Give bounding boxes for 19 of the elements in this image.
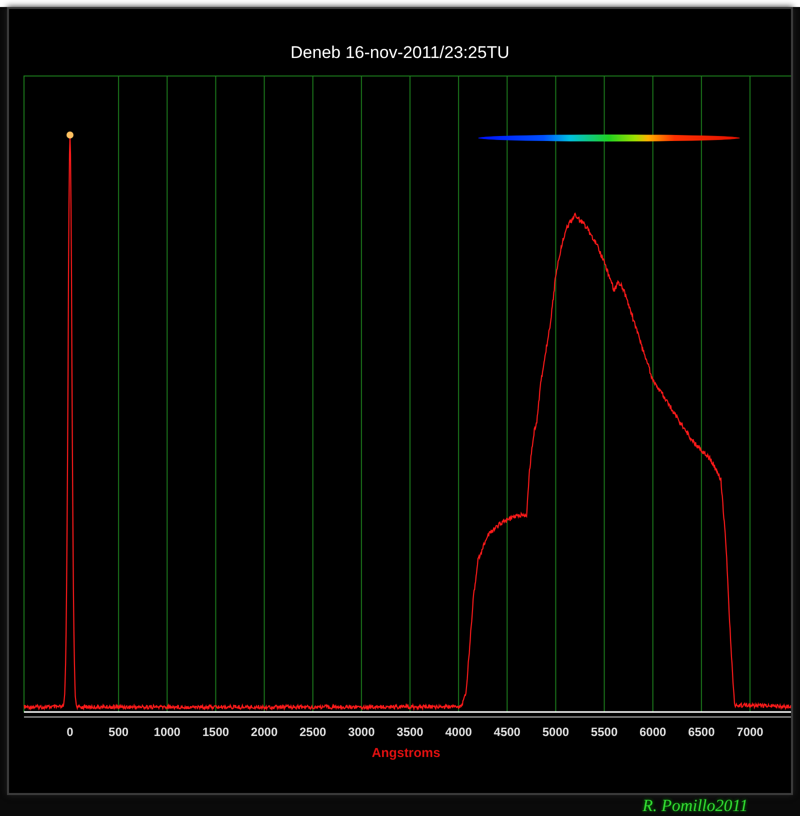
tick-label: 4000 <box>445 725 472 739</box>
axis-label: Angstroms <box>372 745 440 760</box>
tick-label: 5000 <box>542 725 570 739</box>
tick-label: 500 <box>108 725 129 739</box>
tick-label: 5500 <box>590 725 618 739</box>
peak-glow <box>66 132 74 138</box>
tick-label: 0 <box>66 725 74 739</box>
tick-label: 2500 <box>300 725 326 739</box>
tick-label: 2000 <box>250 725 278 739</box>
tick-label: 1500 <box>202 725 230 739</box>
chart-title: Deneb 16-nov-2011/23:25TU <box>290 43 510 62</box>
tick-label: 1000 <box>154 725 180 739</box>
tick-label: 4500 <box>494 725 520 739</box>
signature: R. Pomillo2011 <box>642 797 748 815</box>
tick-label: 6500 <box>688 725 715 739</box>
tick-label: 3500 <box>396 725 424 739</box>
tick-label: 6000 <box>640 725 666 739</box>
tick-label: 7000 <box>736 725 764 739</box>
tick-label: 3000 <box>348 725 375 739</box>
